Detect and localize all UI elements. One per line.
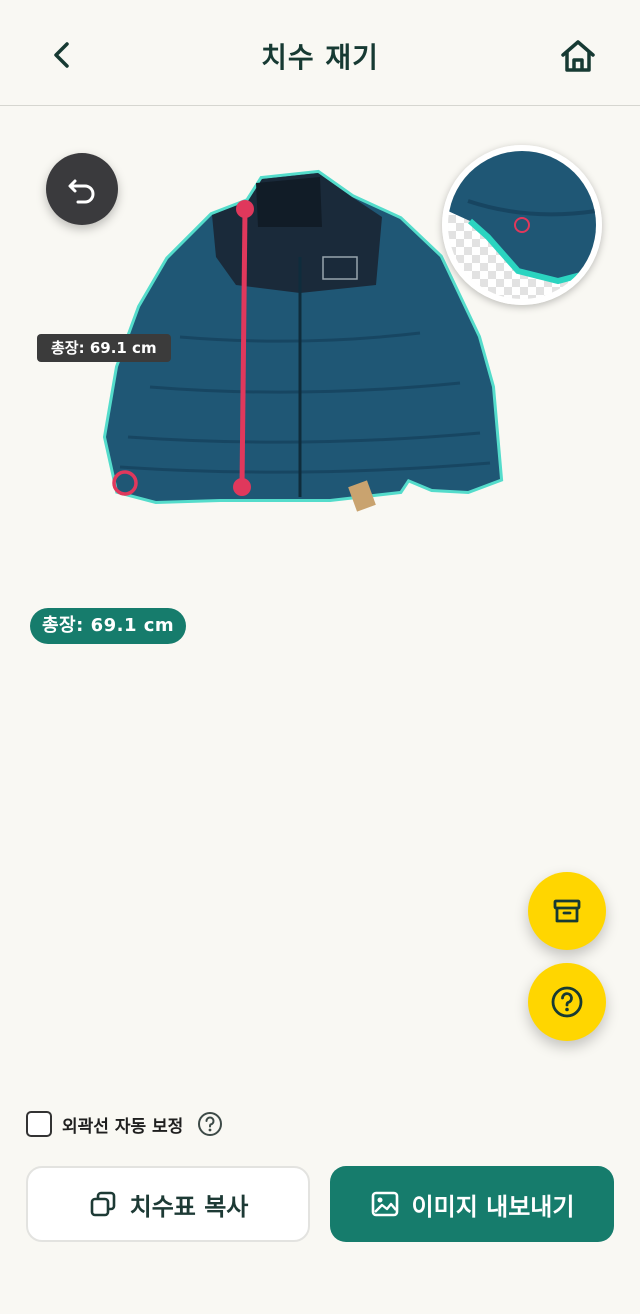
- export-button-label: 이미지 내보내기: [411, 1192, 575, 1221]
- magnifier-view: [448, 151, 596, 299]
- auto-correct-help-button[interactable]: [197, 1111, 223, 1137]
- help-icon: [551, 986, 583, 1018]
- auto-correct-row: 외곽선 자동 보정: [26, 1110, 223, 1138]
- app-header: 치수 재기: [0, 0, 640, 106]
- measurement-label: 총장: 69.1 cm: [37, 334, 171, 362]
- undo-icon: [68, 179, 95, 204]
- measure-screen: 치수 재기 총장: 69.1 cm 총장: 69.1 cm 외곽선 자동 보정 …: [0, 0, 640, 1314]
- home-button[interactable]: [556, 34, 600, 78]
- image-icon: [371, 1191, 398, 1217]
- export-image-button[interactable]: 이미지 내보내기: [330, 1166, 614, 1242]
- copy-button-label: 치수표 복사: [129, 1192, 249, 1221]
- magnifier-loupe: [442, 145, 602, 305]
- archive-button[interactable]: [528, 872, 606, 950]
- undo-button[interactable]: [46, 153, 118, 225]
- auto-correct-checkbox[interactable]: [26, 1111, 52, 1137]
- copy-size-chart-button[interactable]: 치수표 복사: [26, 1166, 310, 1242]
- page-title: 치수 재기: [261, 41, 379, 74]
- archive-icon: [553, 899, 581, 923]
- measurement-chip[interactable]: 총장: 69.1 cm: [30, 608, 187, 644]
- help-icon: [198, 1112, 223, 1136]
- home-icon: [561, 40, 595, 72]
- measure-canvas[interactable]: 총장: 69.1 cm: [0, 107, 640, 547]
- copy-icon: [90, 1191, 115, 1217]
- help-button[interactable]: [528, 963, 606, 1041]
- auto-correct-label: 외곽선 자동 보정: [62, 1116, 184, 1137]
